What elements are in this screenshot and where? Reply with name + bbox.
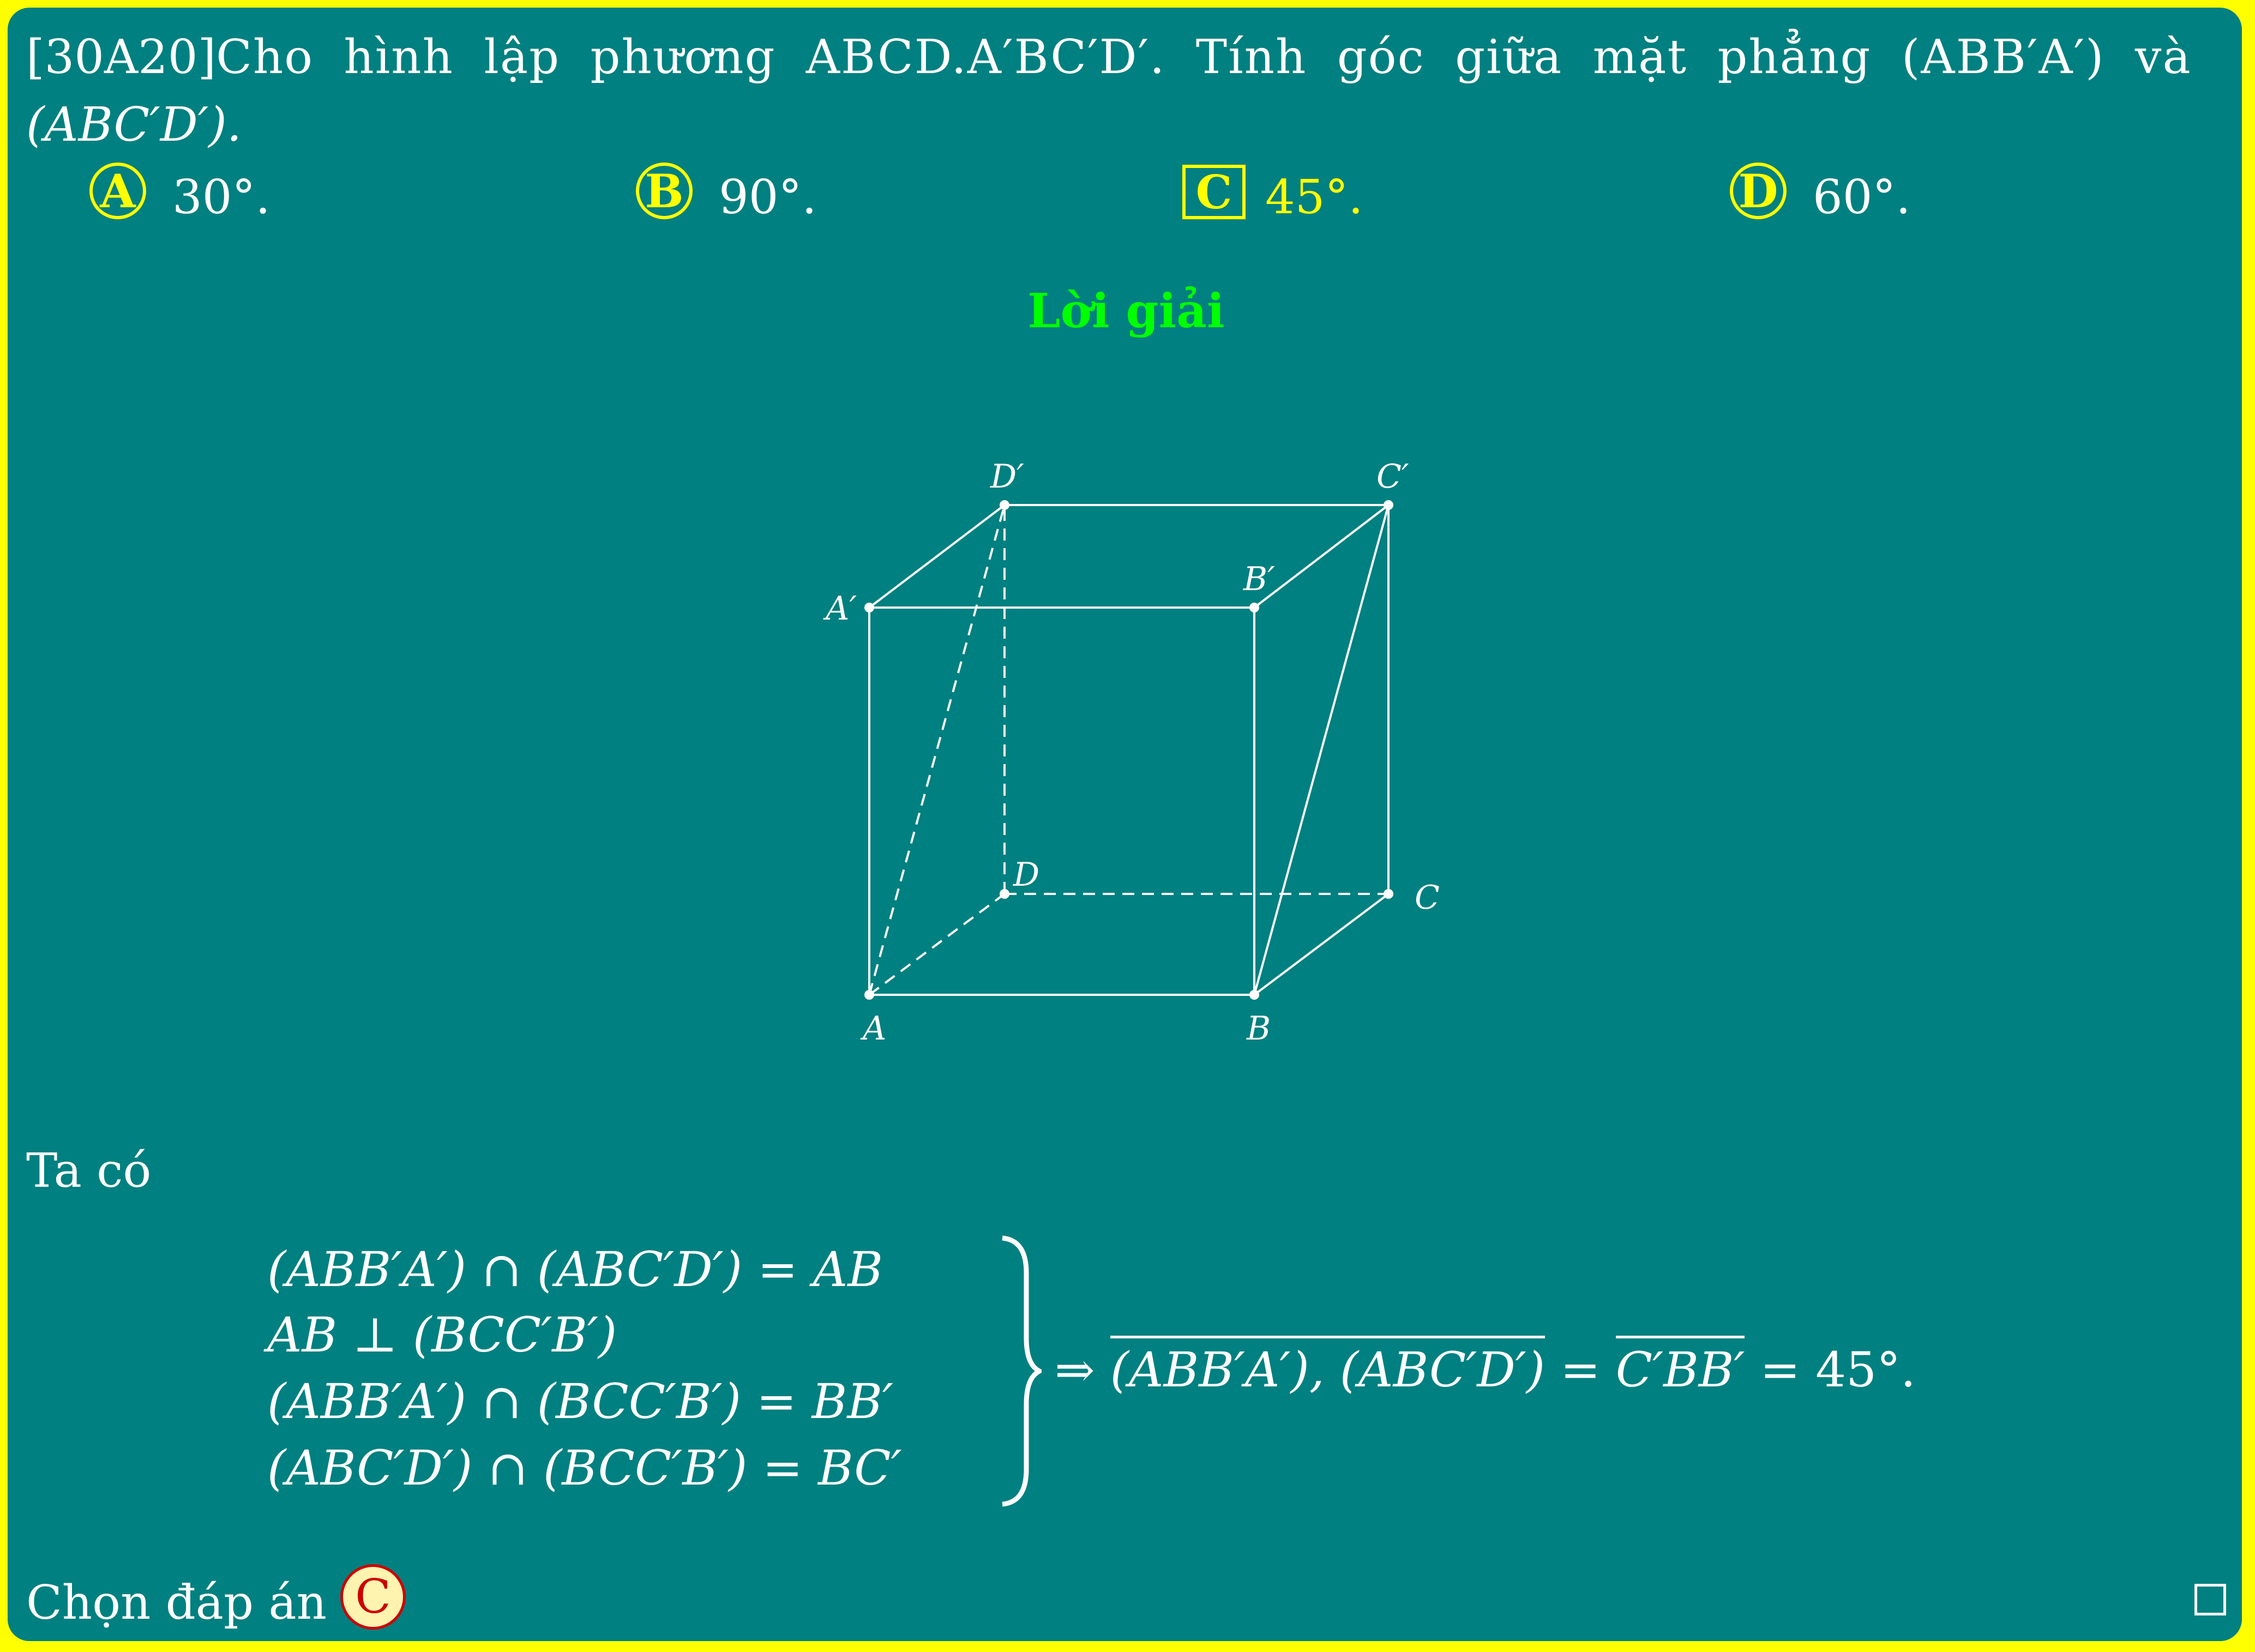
point-d1 — [1000, 500, 1009, 510]
label-d: D — [1013, 856, 1039, 894]
option-c-badge[interactable]: C — [1182, 165, 1246, 219]
cube-figure: A B C D A′ B′ C′ D′ — [823, 458, 1440, 1048]
question-line-2: (ABC′D′). — [26, 98, 242, 152]
question-line-1: [30A20]Cho hình lập phương ABCD.A′BC′D′.… — [26, 34, 2192, 81]
edge-a1-d1 — [868, 504, 1006, 609]
option-b-badge[interactable]: B — [636, 163, 693, 219]
point-b1 — [1249, 603, 1259, 612]
option-a-value: 30°. — [172, 170, 270, 225]
label-c1: C′ — [1376, 458, 1409, 496]
edge-a-d — [868, 893, 1006, 996]
system-line-2: AB ⊥ (BCC′B′) — [267, 1307, 617, 1363]
label-c: C — [1415, 879, 1440, 917]
point-c1 — [1384, 500, 1393, 510]
conclusion-line: ⇒ (ABB′A′), (ABC′D′) = C′BB′ = 45°. — [1055, 1336, 1916, 1398]
final-answer-text: Chọn đáp án — [26, 1576, 327, 1630]
solution-card: [30A20]Cho hình lập phương ABCD.A′BC′D′.… — [8, 8, 2242, 1641]
equals-sign-1: = — [1545, 1342, 1616, 1398]
solution-title: Lời giải — [1027, 284, 1225, 339]
point-d — [1000, 889, 1009, 899]
edge-b-c — [1253, 893, 1390, 996]
system-line-1: (ABB′A′) ∩ (ABC′D′) = AB — [267, 1241, 883, 1297]
label-b: B — [1246, 1010, 1271, 1048]
question-text: Cho hình lập phương ABCD.A′BC′D′. Tính g… — [216, 30, 2192, 85]
angle-cbb: C′BB′ — [1615, 1336, 1745, 1398]
label-b1: B′ — [1243, 560, 1275, 598]
option-d-value: 60°. — [1813, 170, 1911, 225]
option-d-badge[interactable]: D — [1730, 163, 1787, 219]
option-c-value: 45°. — [1265, 170, 1363, 225]
system-line-3: (ABB′A′) ∩ (BCC′B′) = BB′ — [267, 1373, 893, 1429]
label-d1: D′ — [990, 458, 1024, 496]
system-brace — [1002, 1235, 1042, 1507]
final-answer-badge: C — [340, 1564, 406, 1630]
point-a1 — [864, 603, 874, 612]
point-b — [1249, 990, 1259, 1000]
angle-value: = 45°. — [1745, 1342, 1916, 1398]
label-a: A — [860, 1010, 886, 1048]
implies-sign: ⇒ — [1055, 1342, 1110, 1398]
qed-square-icon — [2194, 1584, 2226, 1615]
system-line-4: (ABC′D′) ∩ (BCC′B′) = BC′ — [267, 1440, 902, 1496]
solution-intro: Ta có — [26, 1144, 152, 1198]
angle-between-planes: (ABB′A′), (ABC′D′) — [1110, 1336, 1546, 1398]
point-c — [1384, 889, 1393, 899]
question-tag: [30A20] — [26, 30, 217, 85]
label-a1: A′ — [823, 590, 857, 628]
point-a — [864, 990, 874, 1000]
option-a-badge[interactable]: A — [89, 163, 146, 219]
diag-a-d1 — [868, 504, 1006, 995]
option-b-value: 90°. — [719, 170, 817, 225]
